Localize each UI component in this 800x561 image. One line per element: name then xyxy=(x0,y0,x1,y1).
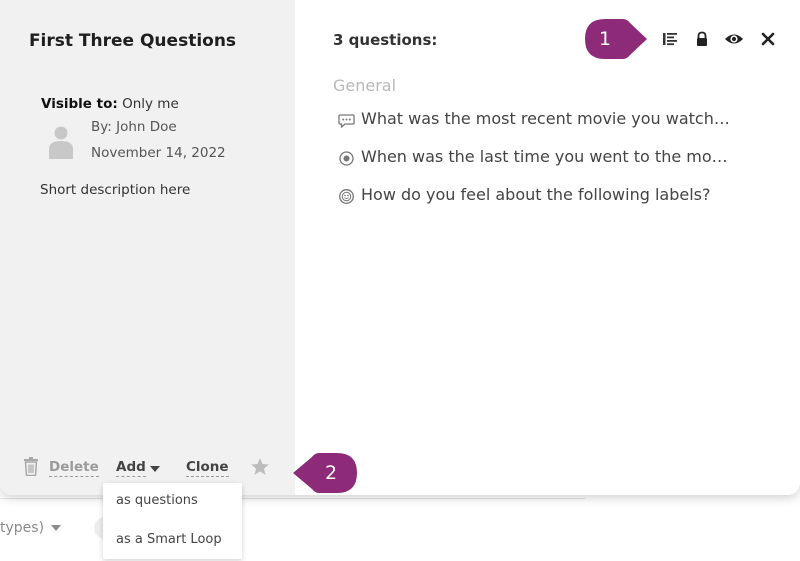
add-dropdown-menu: as questions as a Smart Loop xyxy=(103,483,242,559)
set-description: Short description here xyxy=(40,182,191,198)
question-set-card: First Three Questions Visible to: Only m… xyxy=(0,0,800,495)
question-text: How do you feel about the following labe… xyxy=(361,185,711,204)
callout-2-number: 2 xyxy=(324,462,338,484)
chevron-down-icon xyxy=(51,525,62,531)
trash-icon[interactable] xyxy=(23,457,39,476)
smiley-face-icon xyxy=(339,189,354,204)
question-item[interactable]: How do you feel about the following labe… xyxy=(338,185,738,207)
menu-item-as-smart-loop[interactable]: as a Smart Loop xyxy=(116,532,222,547)
callout-1: 1 xyxy=(583,17,649,61)
chevron-down-icon[interactable] xyxy=(150,466,160,472)
callout-1-number: 1 xyxy=(598,28,612,50)
question-count: 3 questions: xyxy=(333,31,438,49)
question-item[interactable]: When was the last time you went to the m… xyxy=(338,147,738,169)
add-button[interactable]: Add xyxy=(116,460,146,477)
card-actions: Delete Add Clone xyxy=(0,455,295,485)
lock-icon[interactable] xyxy=(694,31,710,47)
callout-2: 2 xyxy=(291,451,359,495)
visibility-info: Visible to: Only me xyxy=(41,96,179,112)
background-types-filter[interactable]: types) xyxy=(0,520,62,536)
question-item[interactable]: What was the most recent movie you watch… xyxy=(338,109,738,131)
star-icon[interactable] xyxy=(250,457,270,477)
user-avatar-icon xyxy=(49,126,73,159)
visibility-value: Only me xyxy=(122,96,179,112)
menu-item-as-questions[interactable]: as questions xyxy=(116,493,198,508)
radio-button-icon xyxy=(339,151,354,166)
close-icon[interactable] xyxy=(760,31,776,47)
clone-button[interactable]: Clone xyxy=(186,460,229,477)
eye-icon[interactable] xyxy=(724,31,744,47)
question-text: What was the most recent movie you watch… xyxy=(361,109,730,128)
section-general: General xyxy=(333,76,397,95)
outline-list-icon[interactable] xyxy=(662,31,678,47)
speech-bubble-icon xyxy=(338,114,355,129)
background-divider xyxy=(0,498,585,499)
visibility-label: Visible to: xyxy=(41,96,118,112)
set-title: First Three Questions xyxy=(28,31,237,51)
question-text: When was the last time you went to the m… xyxy=(361,147,728,166)
author: By: John Doe xyxy=(91,119,177,135)
delete-button[interactable]: Delete xyxy=(49,460,99,477)
set-info-panel: First Three Questions Visible to: Only m… xyxy=(0,0,295,495)
created-date: November 14, 2022 xyxy=(91,145,226,161)
